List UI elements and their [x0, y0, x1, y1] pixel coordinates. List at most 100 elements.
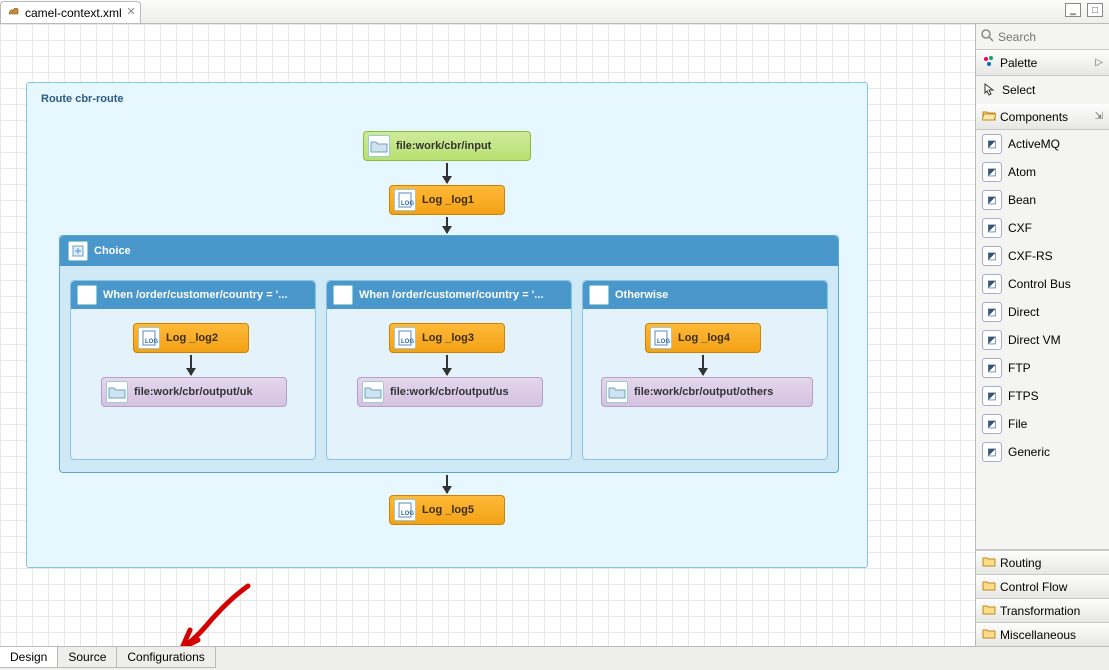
node-log2[interactable]: LOG Log _log2 — [133, 323, 249, 353]
component-icon: ◩ — [982, 330, 1002, 350]
component-icon: ◩ — [982, 246, 1002, 266]
chevron-right-icon: ▷ — [1095, 57, 1103, 68]
tab-configurations[interactable]: Configurations — [116, 647, 215, 668]
svg-text:LOG: LOG — [401, 201, 414, 207]
palette-item-bean[interactable]: ◩Bean — [976, 186, 1109, 214]
palette-components-list[interactable]: ◩ActiveMQ◩Atom◩Bean◩CXF◩CXF-RS◩Control B… — [976, 130, 1109, 550]
component-label: CXF-RS — [1008, 249, 1053, 263]
log-icon: LOG — [394, 189, 416, 211]
branch-header: When /order/customer/country = '... — [327, 281, 571, 309]
palette-components-header[interactable]: Components ⇲ — [976, 104, 1109, 130]
pin-icon: ⇲ — [1095, 111, 1103, 122]
route-container[interactable]: Route cbr-route file:work/cbr/input LOG … — [26, 82, 868, 568]
svg-text:LOG: LOG — [401, 511, 414, 517]
choice-container[interactable]: Choice When /order/customer/country = '.… — [59, 235, 839, 473]
folder-icon — [982, 579, 996, 594]
component-icon: ◩ — [982, 386, 1002, 406]
component-icon: ◩ — [982, 358, 1002, 378]
node-label: file:work/cbr/output/others — [634, 386, 773, 398]
search-icon — [980, 28, 994, 45]
component-icon: ◩ — [982, 414, 1002, 434]
node-out-others[interactable]: file:work/cbr/output/others — [601, 377, 813, 407]
branch-otherwise[interactable]: Otherwise LOG Log _log4 file:work/cbr/ou… — [582, 280, 828, 460]
camel-icon — [7, 4, 21, 21]
palette-item-direct[interactable]: ◩ Direct — [976, 298, 1109, 326]
svg-text:LOG: LOG — [657, 339, 670, 345]
log-icon: LOG — [394, 327, 416, 349]
choice-icon — [68, 241, 88, 261]
palette-item-cxf-rs[interactable]: ◩ CXF-RS — [976, 242, 1109, 270]
component-label: Atom — [1008, 165, 1036, 179]
component-label: FTP — [1008, 361, 1031, 375]
search-input[interactable] — [998, 30, 1109, 44]
arrow — [190, 355, 192, 375]
tab-design[interactable]: Design — [0, 647, 58, 668]
branch-when-2[interactable]: When /order/customer/country = '... LOG … — [326, 280, 572, 460]
palette-category-transformation[interactable]: Transformation — [976, 598, 1109, 622]
node-out-us[interactable]: file:work/cbr/output/us — [357, 377, 543, 407]
folder-icon — [362, 381, 384, 403]
palette-item-generic[interactable]: ◩ Generic — [976, 438, 1109, 466]
editor-tabbar: camel-context.xml ✕ ‗ □ — [0, 0, 1109, 24]
design-canvas[interactable]: Route cbr-route file:work/cbr/input LOG … — [0, 24, 975, 646]
log-icon: LOG — [650, 327, 672, 349]
palette-select-tool[interactable]: Select — [976, 76, 1109, 104]
component-label: CXF — [1008, 221, 1032, 235]
bottom-tabbar: Design Source Configurations — [0, 646, 1109, 670]
node-label: Log _log1 — [422, 194, 474, 206]
branch-title: Otherwise — [615, 289, 668, 301]
palette-item-atom[interactable]: ◩Atom — [976, 158, 1109, 186]
editor-tab-label: camel-context.xml — [25, 6, 122, 20]
component-icon: ◩ — [982, 302, 1002, 322]
log-icon: LOG — [138, 327, 160, 349]
palette-header-label: Palette — [1000, 56, 1037, 70]
category-label: Miscellaneous — [1000, 628, 1076, 642]
palette-header[interactable]: Palette ▷ — [976, 50, 1109, 76]
node-label: Log _log3 — [422, 332, 474, 344]
tab-source[interactable]: Source — [57, 647, 117, 668]
select-label: Select — [1002, 83, 1035, 97]
palette-item-cxf[interactable]: ◩ CXF — [976, 214, 1109, 242]
maximize-button[interactable]: □ — [1087, 3, 1103, 17]
editor-tab-camel-context[interactable]: camel-context.xml ✕ — [0, 1, 141, 23]
svg-text:LOG: LOG — [401, 339, 414, 345]
component-icon: ◩ — [982, 274, 1002, 294]
palette-category-routing[interactable]: Routing — [976, 550, 1109, 574]
node-log5[interactable]: LOG Log _log5 — [389, 495, 505, 525]
folder-icon — [982, 555, 996, 570]
folder-icon — [606, 381, 628, 403]
palette: ⊘ Palette ▷ Select Components ⇲ ◩ActiveM… — [975, 24, 1109, 646]
choice-label: Choice — [94, 245, 131, 257]
component-label: Direct — [1008, 305, 1039, 319]
node-out-uk[interactable]: file:work/cbr/output/uk — [101, 377, 287, 407]
window-controls: ‗ □ — [1065, 3, 1103, 17]
component-label: Generic — [1008, 445, 1050, 459]
palette-item-control-bus[interactable]: ◩Control Bus — [976, 270, 1109, 298]
palette-search[interactable]: ⊘ — [976, 24, 1109, 50]
palette-item-ftp[interactable]: ◩ FTP — [976, 354, 1109, 382]
component-icon: ◩ — [982, 218, 1002, 238]
node-file-input[interactable]: file:work/cbr/input — [363, 131, 531, 161]
minimize-button[interactable]: ‗ — [1065, 3, 1081, 17]
component-icon: ◩ — [982, 442, 1002, 462]
palette-item-ftps[interactable]: ◩FTPS — [976, 382, 1109, 410]
palette-item-activemq[interactable]: ◩ActiveMQ — [976, 130, 1109, 158]
log-icon: LOG — [394, 499, 416, 521]
node-log4[interactable]: LOG Log _log4 — [645, 323, 761, 353]
palette-item-file[interactable]: ◩ File — [976, 410, 1109, 438]
node-log1[interactable]: LOG Log _log1 — [389, 185, 505, 215]
component-label: Bean — [1008, 193, 1036, 207]
palette-category-control-flow[interactable]: Control Flow — [976, 574, 1109, 598]
node-label: file:work/cbr/output/uk — [134, 386, 253, 398]
category-label: Control Flow — [1000, 580, 1067, 594]
node-label: file:work/cbr/input — [396, 140, 491, 152]
branch-when-1[interactable]: When /order/customer/country = '... LOG … — [70, 280, 316, 460]
component-label: File — [1008, 417, 1027, 431]
node-log3[interactable]: LOG Log _log3 — [389, 323, 505, 353]
close-icon[interactable]: ✕ — [126, 5, 135, 18]
component-label: ActiveMQ — [1008, 137, 1060, 151]
folder-icon — [368, 135, 390, 157]
branch-title: When /order/customer/country = '... — [359, 289, 543, 301]
palette-item-direct-vm[interactable]: ◩Direct VM — [976, 326, 1109, 354]
palette-category-miscellaneous[interactable]: Miscellaneous — [976, 622, 1109, 646]
